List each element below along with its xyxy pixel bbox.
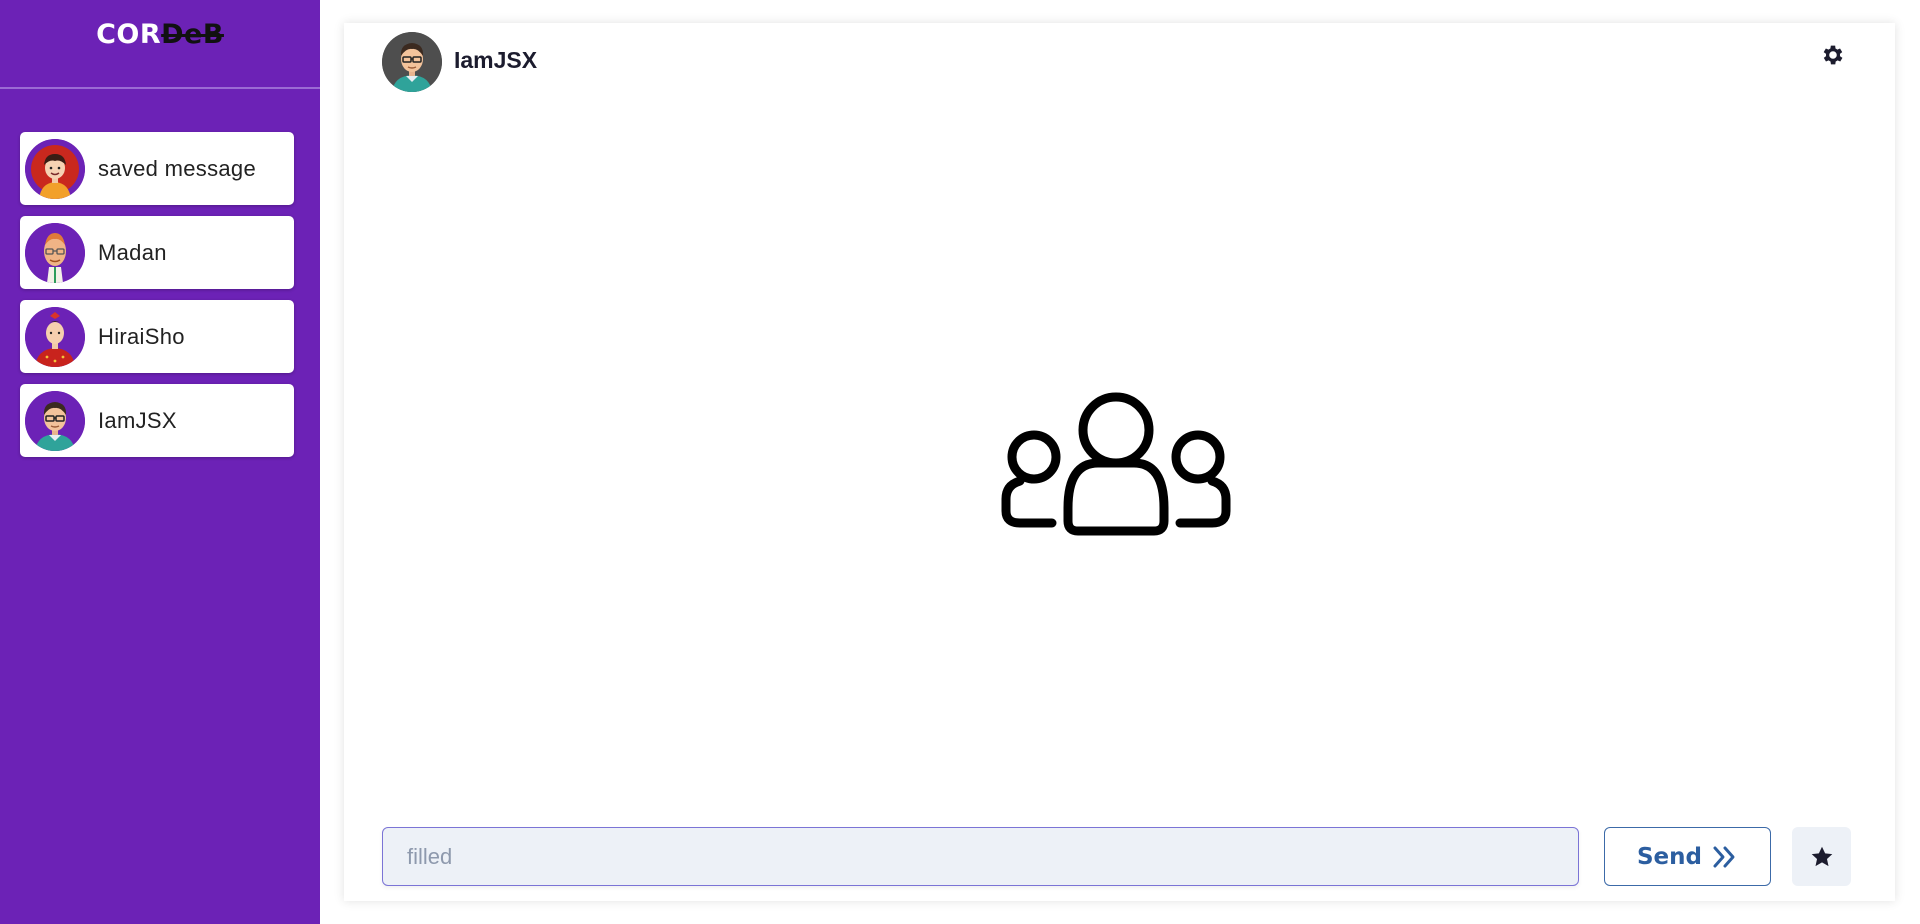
contact-name: IamJSX	[98, 407, 177, 433]
contact-item-saved-message[interactable]: saved message	[20, 132, 294, 205]
avatar-bald-glasses-icon	[25, 222, 85, 283]
contact-list: saved message Madan HiraiSho IamJSX	[20, 132, 294, 468]
brand-text: CORDeB	[96, 19, 224, 50]
brand-text-part-b: DeB	[161, 19, 224, 50]
contact-name: Madan	[98, 239, 167, 265]
send-button-label: Send	[1636, 843, 1702, 870]
star-icon	[1811, 846, 1832, 866]
app-root: CORDeB saved message Madan HiraiSho IamJ…	[0, 0, 1920, 924]
contact-item-iamjsx[interactable]: IamJSX	[20, 384, 294, 457]
gear-icon	[1823, 45, 1843, 65]
sidebar: CORDeB saved message Madan HiraiSho IamJ…	[0, 0, 320, 924]
brand-logo: CORDeB	[0, 0, 320, 89]
send-button[interactable]: Send	[1604, 827, 1771, 886]
avatar[interactable]	[382, 32, 442, 92]
settings-button[interactable]	[1818, 40, 1848, 70]
avatar	[25, 390, 85, 451]
avatar-red-uniform-icon	[25, 306, 85, 367]
message-input[interactable]	[382, 827, 1579, 886]
contact-name: saved message	[98, 155, 256, 181]
avatar-glasses-icon	[382, 32, 442, 92]
avatar-glasses-icon	[25, 390, 85, 451]
contact-item-hiraisho[interactable]: HiraiSho	[20, 300, 294, 373]
star-button[interactable]	[1792, 827, 1851, 886]
chat-panel: IamJSX Send	[344, 23, 1895, 901]
brand-text-part-a: COR	[96, 19, 162, 50]
avatar-red-hair-icon	[25, 138, 85, 199]
avatar	[25, 306, 85, 367]
avatar	[25, 222, 85, 283]
contact-item-madan[interactable]: Madan	[20, 216, 294, 289]
avatar	[25, 138, 85, 199]
double-chevron-right-icon	[1713, 846, 1735, 867]
contact-name: HiraiSho	[98, 323, 185, 349]
chat-header-username: IamJSX	[454, 47, 538, 73]
group-users-icon	[976, 363, 1256, 543]
